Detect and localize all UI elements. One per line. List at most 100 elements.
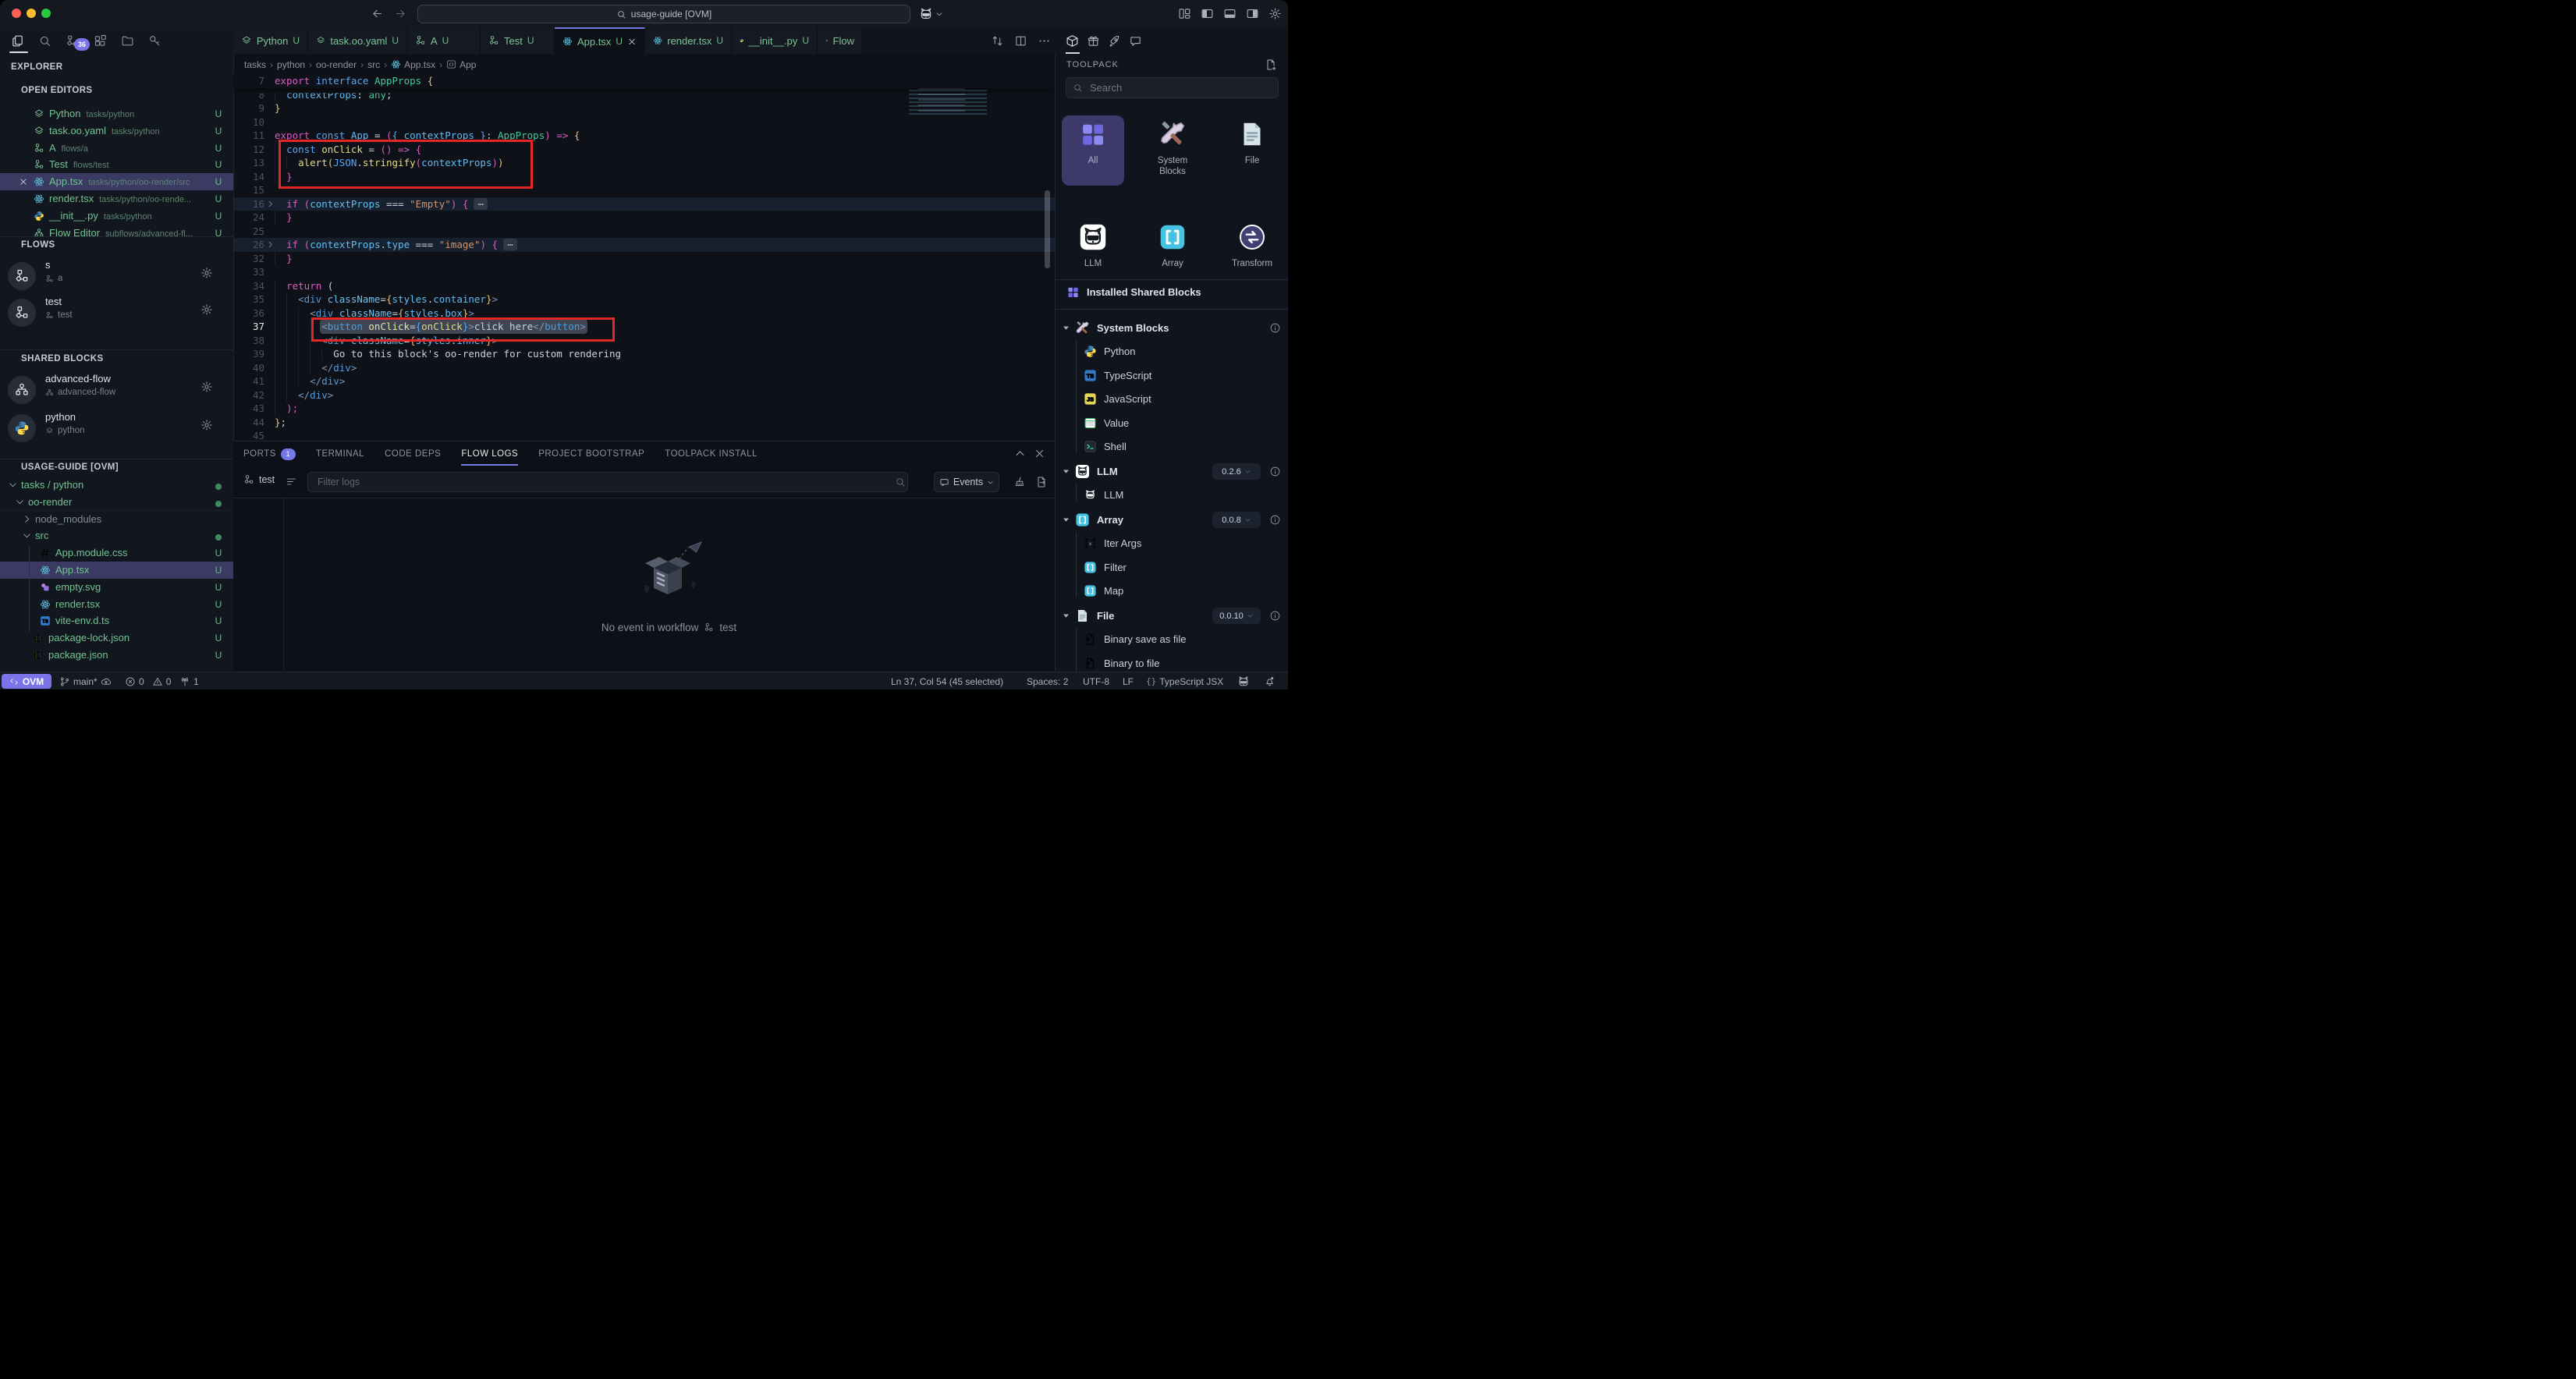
tab-render.tsx[interactable]: render.tsxU	[645, 27, 732, 54]
layout-grid-icon[interactable]	[1178, 7, 1191, 20]
open-editor-Python[interactable]: Pythontasks/pythonU	[0, 105, 233, 122]
panel-bottom-icon[interactable]	[1223, 7, 1237, 20]
code-editor[interactable]: 7export interface AppProps {8contextProp…	[233, 74, 1055, 441]
events-dropdown[interactable]: Events	[934, 472, 999, 492]
toolpack-tile-All[interactable]: All	[1062, 120, 1124, 166]
bottom-tab-PROJECT BOOTSTRAP[interactable]: PROJECT BOOTSTRAP	[538, 449, 644, 459]
log-list-icon[interactable]	[286, 476, 297, 487]
block-item-Binary save as file[interactable]: Binary save as file	[1056, 628, 1288, 651]
indentation-status[interactable]: Spaces: 2	[1027, 672, 1068, 690]
code-line-45[interactable]: 45	[233, 429, 1055, 441]
new-toolpack-icon[interactable]	[1265, 58, 1277, 71]
gift-icon[interactable]	[1087, 34, 1100, 48]
search-icon[interactable]	[38, 34, 51, 48]
cube-icon[interactable]	[1066, 34, 1079, 48]
code-line-42[interactable]: 42</div>	[233, 388, 1055, 402]
bottom-tab-PORTS[interactable]: PORTS1	[243, 448, 296, 460]
open-editor-Flow Editor[interactable]: Flow Editorsubflows/advanced-fl...U	[0, 225, 233, 242]
feedback-icon[interactable]	[1129, 34, 1142, 48]
code-line-32[interactable]: 32}	[233, 252, 1055, 266]
code-line-39[interactable]: 39Go to this block's oo-render for custo…	[233, 347, 1055, 361]
chevron-down-icon[interactable]	[6, 86, 16, 96]
gear-icon[interactable]	[200, 381, 213, 393]
code-line-35[interactable]: 35<div className={styles.container}>	[233, 292, 1055, 307]
more-icon[interactable]	[204, 64, 216, 76]
tab-Python[interactable]: PythonU	[233, 27, 308, 54]
breadcrumb-item[interactable]: tasks	[244, 59, 266, 70]
tab-Flow[interactable]: Flow	[818, 27, 863, 54]
open-editor-Test[interactable]: Testflows/testU	[0, 156, 233, 173]
panel-right-icon[interactable]	[1246, 7, 1259, 20]
block-item-Iter Args[interactable]: xIter Args	[1056, 532, 1288, 555]
toolpack-tile-LLM[interactable]: LLM	[1062, 223, 1124, 269]
breadcrumb-item[interactable]: App	[446, 59, 476, 70]
bottom-tab-TOOLPACK INSTALL[interactable]: TOOLPACK INSTALL	[665, 449, 758, 459]
open-editor-App.tsx[interactable]: App.tsxtasks/python/oo-render/srcU	[0, 173, 233, 190]
tree-item-src[interactable]: src	[0, 527, 233, 544]
code-line-41[interactable]: 41</div>	[233, 374, 1055, 388]
block-section-System Blocks[interactable]: System Blocks	[1056, 317, 1288, 340]
chevron-up-icon[interactable]	[1014, 448, 1026, 459]
caret-down-icon[interactable]	[1062, 324, 1070, 332]
caret-down-icon[interactable]	[1062, 516, 1070, 524]
code-line-44[interactable]: 44};	[233, 416, 1055, 430]
toolpack-tile-File[interactable]: File	[1221, 120, 1283, 166]
code-line-10[interactable]: 10	[233, 115, 1055, 129]
toolpack-search-input[interactable]	[1066, 77, 1279, 98]
version-selector[interactable]: 0.2.6	[1212, 463, 1261, 480]
code-line-26[interactable]: 26if (contextProps.type === "image") {⋯	[233, 238, 1055, 252]
tree-item-empty.svg[interactable]: empty.svgU	[0, 579, 233, 596]
notifications[interactable]	[1264, 672, 1276, 690]
folded-code-icon[interactable]: ⋯	[503, 239, 517, 250]
clear-logs-icon[interactable]	[1013, 476, 1026, 488]
info-icon[interactable]	[1269, 322, 1281, 334]
block-item-Filter[interactable]: Filter	[1056, 556, 1288, 580]
breadcrumb-item[interactable]: python	[277, 59, 305, 70]
tab-__init__.py[interactable]: __init__.pyU	[732, 27, 818, 54]
back-arrow-icon[interactable]	[371, 7, 384, 20]
block-item-Shell[interactable]: Shell	[1056, 435, 1288, 459]
toolpack-tile-Array[interactable]: Array	[1141, 223, 1204, 269]
block-item-Binary to file[interactable]: Binary to file	[1056, 652, 1288, 672]
version-selector[interactable]: 0.0.8	[1212, 512, 1261, 528]
caret-down-icon[interactable]	[1062, 612, 1070, 620]
tree-item-tasks / python[interactable]: tasks / python	[0, 477, 233, 494]
chevron-down-icon[interactable]	[6, 463, 16, 473]
files-icon[interactable]	[11, 34, 24, 48]
block-item-Map[interactable]: Map	[1056, 580, 1288, 603]
tree-item-vite-env.d.ts[interactable]: TSvite-env.d.tsU	[0, 612, 233, 629]
chevron-down-icon[interactable]	[6, 354, 16, 364]
block-section-LLM[interactable]: LLM0.2.6	[1056, 460, 1288, 484]
code-line-33[interactable]: 33	[233, 265, 1055, 279]
code-line-43[interactable]: 43);	[233, 402, 1055, 416]
workspace-search-bar[interactable]: usage-guide [OVM]	[417, 5, 910, 23]
fold-chevron-icon[interactable]	[266, 239, 275, 250]
block-section-File[interactable]: File0.0.10	[1056, 604, 1288, 628]
chevron-down-icon[interactable]	[15, 497, 25, 507]
breadcrumb-item[interactable]: App.tsx	[391, 59, 435, 70]
chevron-down-icon[interactable]	[6, 240, 16, 250]
info-icon[interactable]	[1269, 466, 1281, 477]
close-traffic-light[interactable]	[12, 9, 21, 18]
tree-item-App.module.css[interactable]: App.module.cssU	[0, 544, 233, 562]
more-icon[interactable]	[1038, 34, 1051, 48]
tab-A[interactable]: AU	[407, 27, 481, 54]
rocket-icon[interactable]	[1108, 34, 1121, 48]
chevron-down-icon[interactable]	[8, 480, 18, 490]
flow-selector[interactable]: test	[243, 474, 275, 485]
ports-status[interactable]: 1	[179, 672, 199, 690]
info-icon[interactable]	[1269, 514, 1281, 526]
eol-status[interactable]: LF	[1123, 672, 1134, 690]
cursor-position[interactable]: Ln 37, Col 54 (45 selected)	[891, 672, 1003, 690]
open-editor-__init__.py[interactable]: __init__.pytasks/pythonU	[0, 207, 233, 225]
tree-item-package-lock.json[interactable]: {}package-lock.jsonU	[0, 629, 233, 647]
toolpack-tile-Transform[interactable]: Transform	[1221, 223, 1283, 269]
assistant-menu[interactable]	[919, 6, 943, 21]
branch-status[interactable]: main*	[59, 672, 112, 690]
tab-task.oo.yaml[interactable]: task.oo.yamlU	[308, 27, 407, 54]
block-item-TypeScript[interactable]: TSTypeScript	[1056, 364, 1288, 388]
bottom-tab-TERMINAL[interactable]: TERMINAL	[316, 449, 364, 459]
code-line-40[interactable]: 40</div>	[233, 361, 1055, 375]
caret-down-icon[interactable]	[1062, 467, 1070, 476]
fold-chevron-icon[interactable]	[266, 199, 275, 209]
